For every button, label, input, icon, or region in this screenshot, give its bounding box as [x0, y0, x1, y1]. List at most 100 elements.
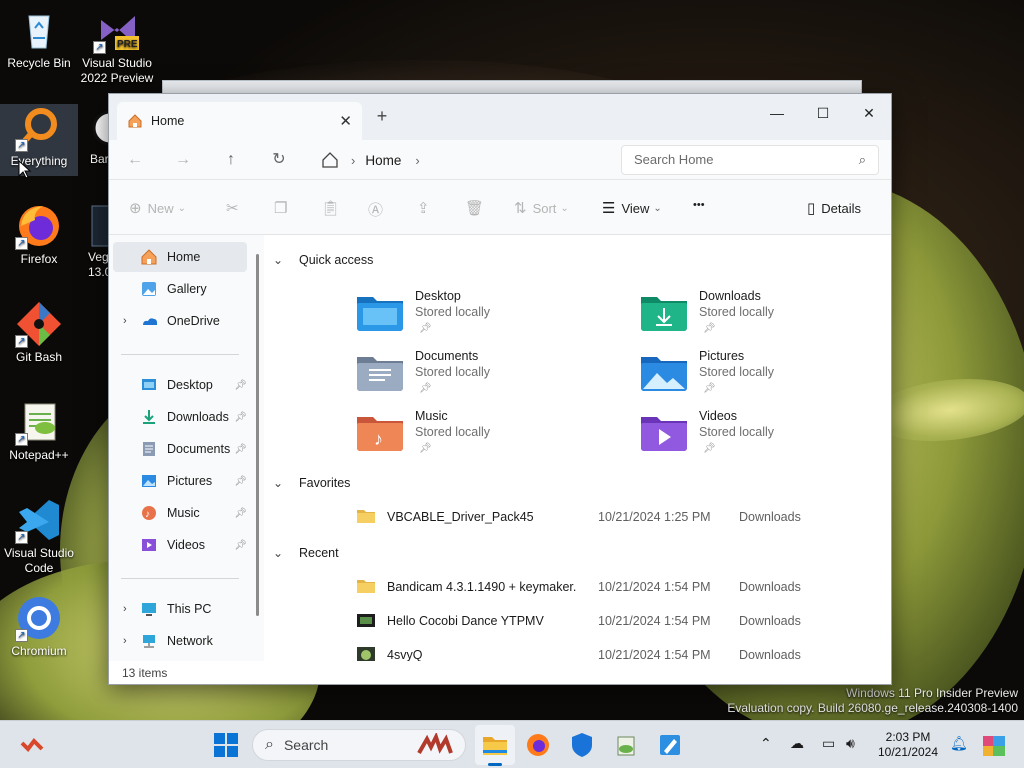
- quick-access-videos[interactable]: Videos Stored locally 📌︎: [641, 409, 891, 465]
- sidebar-item-home[interactable]: Home: [113, 242, 247, 272]
- desktop-icon-everything[interactable]: ↗ Everything: [0, 104, 78, 176]
- details-pane-icon: ▯: [807, 200, 816, 217]
- cut-button[interactable]: ✂: [226, 199, 245, 217]
- file-explorer-icon[interactable]: [481, 731, 509, 759]
- see-more-button[interactable]: •••: [693, 199, 705, 211]
- chevron-down-icon[interactable]: ⌄: [273, 253, 283, 267]
- sidebar-item-documents[interactable]: Documents 📌︎: [113, 434, 247, 464]
- shortcut-arrow-icon: ↗: [15, 139, 28, 152]
- sidebar-item-pictures[interactable]: Pictures 📌︎: [113, 466, 247, 496]
- quick-access-pictures[interactable]: Pictures Stored locally 📌︎: [641, 349, 891, 405]
- sidebar-item-music[interactable]: ♪ Music 📌︎: [113, 498, 247, 528]
- paint-icon[interactable]: [656, 731, 684, 759]
- volume-icon[interactable]: 🔊︎: [846, 735, 855, 752]
- firefox-icon[interactable]: [524, 731, 552, 759]
- address-bar[interactable]: › Home ›: [313, 144, 603, 176]
- quick-access-music[interactable]: ♪ Music Stored locally 📌︎: [357, 409, 617, 465]
- rename-button[interactable]: Ⓐ: [368, 199, 389, 220]
- title-bar[interactable]: Home ✕ + — ☐ ✕: [109, 94, 891, 140]
- notification-bell-icon[interactable]: 🔔︎: [950, 735, 968, 752]
- search-input[interactable]: Search Home ⌕: [621, 145, 879, 175]
- cloud-offline-icon[interactable]: ☁: [790, 735, 804, 752]
- details-pane-button[interactable]: ▯ Details: [807, 199, 861, 217]
- desktop-icon-visual-studio-code[interactable]: ↗ Visual Studio Code: [0, 496, 78, 576]
- taskbar-search-box[interactable]: ⌕ Search: [252, 729, 466, 761]
- new-button[interactable]: ⊕ New ⌄: [129, 199, 186, 217]
- sidebar-item-downloads[interactable]: Downloads 📌︎: [113, 402, 247, 432]
- section-recent[interactable]: ⌄ Recent: [273, 546, 339, 560]
- shortcut-arrow-icon: ↗: [15, 531, 28, 544]
- sidebar-item-desktop[interactable]: Desktop 📌︎: [113, 370, 247, 400]
- view-button[interactable]: ☰ View ⌄: [602, 199, 662, 217]
- share-button[interactable]: ⇪: [417, 199, 436, 217]
- chevron-right-icon[interactable]: ›: [123, 635, 127, 647]
- close-window-button[interactable]: ✕: [847, 100, 891, 126]
- notepad-plus-plus-icon: ↗: [15, 398, 63, 446]
- minimize-button[interactable]: —: [755, 100, 799, 126]
- breadcrumb-home[interactable]: Home: [365, 153, 401, 168]
- desktop-icon-chromium[interactable]: ↗ Chromium: [0, 594, 78, 659]
- refresh-button[interactable]: ↻: [265, 147, 293, 173]
- tab-home[interactable]: Home ✕: [117, 102, 362, 140]
- sidebar-item-videos[interactable]: Videos 📌︎: [113, 530, 247, 560]
- chevron-down-icon[interactable]: ⌄: [273, 546, 283, 560]
- close-tab-button[interactable]: ✕: [339, 112, 352, 130]
- video-file-icon: [357, 614, 375, 627]
- pictures-folder-icon: [641, 357, 687, 391]
- documents-folder-icon: [143, 442, 155, 456]
- copy-button[interactable]: ❐: [274, 199, 293, 217]
- paste-button[interactable]: 📋︎: [321, 199, 346, 217]
- section-quick-access[interactable]: ⌄ Quick access: [273, 253, 373, 267]
- chevron-right-icon[interactable]: ›: [415, 153, 419, 168]
- recycle-bin-icon: [15, 6, 63, 54]
- desktop-icon-notepad-plus-plus[interactable]: ↗ Notepad++: [0, 398, 78, 463]
- maximize-button[interactable]: ☐: [801, 100, 845, 126]
- network-status-icon[interactable]: ▭: [822, 735, 835, 752]
- favorite-row[interactable]: VBCABLE_Driver_Pack45 10/21/2024 1:25 PM…: [357, 505, 877, 531]
- pin-icon: 📌︎: [234, 475, 247, 487]
- sidebar-scrollbar[interactable]: [256, 254, 259, 616]
- chevron-right-icon: ›: [351, 152, 356, 168]
- back-button[interactable]: ←: [121, 147, 149, 173]
- copilot-pre-icon[interactable]: [980, 731, 1008, 759]
- delete-button[interactable]: 🗑︎: [465, 199, 490, 217]
- copy-icon: ❐: [274, 200, 288, 217]
- desktop-icon-git-bash[interactable]: ↗ Git Bash: [0, 300, 78, 365]
- sidebar-item-onedrive[interactable]: › OneDrive: [113, 306, 247, 336]
- widgets-icon[interactable]: [18, 731, 46, 759]
- folder-icon: [357, 580, 375, 593]
- desktop-icon-vegas[interactable]: Veg 13.0: [78, 202, 108, 280]
- desktop-icon-firefox[interactable]: ↗ Firefox: [0, 202, 78, 267]
- notepad-plus-plus-icon[interactable]: [612, 731, 640, 759]
- new-tab-button[interactable]: +: [371, 106, 393, 127]
- section-favorites[interactable]: ⌄ Favorites: [273, 476, 350, 490]
- desktop-icon-visual-studio-2022-preview[interactable]: PRE ↗ Visual Studio 2022 Preview: [78, 6, 156, 86]
- sidebar-divider: [121, 354, 239, 355]
- pin-icon: 📌︎: [234, 507, 247, 519]
- chevron-right-icon[interactable]: ›: [123, 315, 127, 327]
- forward-button[interactable]: →: [169, 147, 197, 173]
- videos-folder-icon: [142, 539, 156, 551]
- start-button[interactable]: [212, 731, 240, 759]
- share-icon: ⇪: [417, 200, 430, 217]
- pin-icon: 📌︎: [703, 383, 716, 394]
- sidebar-item-gallery[interactable]: Gallery: [113, 274, 247, 304]
- show-hidden-icons-chevron-up-icon[interactable]: ⌃: [760, 735, 772, 752]
- pin-icon: 📌︎: [419, 323, 432, 334]
- recent-row[interactable]: Hello Cocobi Dance YTPMV 10/21/2024 1:54…: [357, 609, 877, 635]
- quick-access-downloads[interactable]: Downloads Stored locally 📌︎: [641, 289, 891, 345]
- desktop-icon-bandicam[interactable]: Bar: [78, 104, 108, 167]
- quick-access-desktop[interactable]: Desktop Stored locally 📌︎: [357, 289, 617, 345]
- sort-button[interactable]: ⇅ Sort ⌄: [514, 199, 569, 217]
- chevron-down-icon[interactable]: ⌄: [273, 476, 283, 490]
- desktop-icon-recycle-bin[interactable]: Recycle Bin: [0, 6, 78, 71]
- sidebar-item-network[interactable]: › Network: [113, 626, 247, 656]
- up-button[interactable]: ↑: [217, 147, 245, 173]
- sidebar-item-this-pc[interactable]: › This PC: [113, 594, 247, 624]
- quick-access-documents[interactable]: Documents Stored locally 📌︎: [357, 349, 617, 405]
- recent-row[interactable]: Bandicam 4.3.1.1490 + keymaker... 10/21/…: [357, 575, 877, 601]
- chevron-right-icon[interactable]: ›: [123, 603, 127, 615]
- windows-security-icon[interactable]: [568, 731, 596, 759]
- taskbar-clock[interactable]: 2:03 PM 10/21/2024: [870, 730, 946, 760]
- videos-folder-icon: [641, 417, 687, 451]
